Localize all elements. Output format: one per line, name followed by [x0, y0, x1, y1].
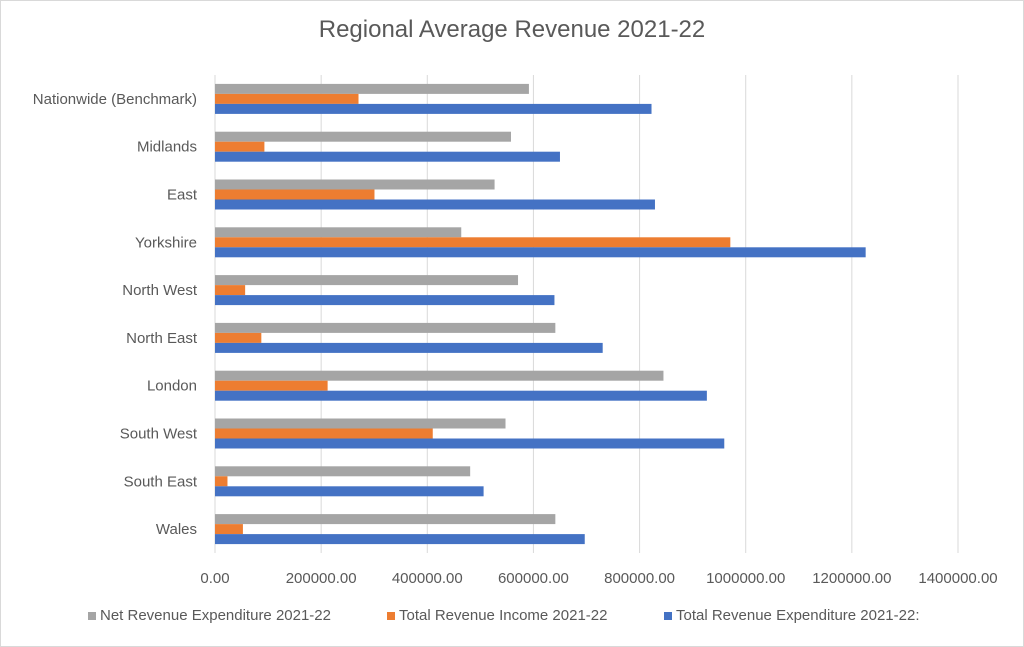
bar-net-revenue-expenditure-2021-22: [215, 131, 511, 142]
bar-total-revenue-expenditure-2021-22: [215, 247, 866, 258]
bar-total-revenue-expenditure-2021-22: [215, 199, 655, 210]
bar-net-revenue-expenditure-2021-22: [215, 275, 519, 286]
legend-swatch-orange: [387, 611, 395, 620]
bar-net-revenue-expenditure-2021-22: [215, 179, 495, 190]
bar-total-revenue-expenditure-2021-22: [215, 342, 603, 353]
category-label: Midlands: [137, 139, 197, 156]
bar-total-revenue-income-2021-22: [215, 524, 243, 535]
category-label: Yorkshire: [135, 234, 197, 251]
bar-total-revenue-expenditure-2021-22: [215, 390, 707, 401]
category-label: South West: [120, 426, 198, 443]
bar-total-revenue-income-2021-22: [215, 189, 375, 200]
bar-total-revenue-expenditure-2021-22: [215, 295, 555, 306]
category-label: North East: [126, 330, 198, 347]
bar-net-revenue-expenditure-2021-22: [215, 466, 471, 477]
category-label: South East: [124, 473, 198, 490]
category-label: East: [167, 187, 198, 204]
category-label: Nationwide (Benchmark): [33, 91, 197, 108]
legend-label: Net Revenue Expenditure 2021-22: [100, 607, 331, 624]
bar-total-revenue-expenditure-2021-22: [215, 438, 725, 449]
bar-net-revenue-expenditure-2021-22: [215, 227, 462, 238]
bar-total-revenue-income-2021-22: [215, 428, 433, 439]
x-tick-label: 600000.00: [498, 570, 569, 587]
category-label: London: [147, 378, 197, 395]
legend-label: Total Revenue Income 2021-22: [399, 607, 608, 624]
bar-net-revenue-expenditure-2021-22: [215, 83, 529, 94]
bar-total-revenue-expenditure-2021-22: [215, 151, 560, 162]
x-tick-label: 0.00: [200, 570, 229, 587]
bar-total-revenue-income-2021-22: [215, 285, 246, 296]
bar-total-revenue-income-2021-22: [215, 476, 228, 487]
bar-total-revenue-income-2021-22: [215, 237, 731, 248]
x-tick-label: 800000.00: [604, 570, 675, 587]
category-label: North West: [122, 282, 198, 299]
bar-total-revenue-expenditure-2021-22: [215, 486, 484, 497]
x-tick-label: 400000.00: [392, 570, 463, 587]
bar-net-revenue-expenditure-2021-22: [215, 418, 506, 429]
bar-total-revenue-income-2021-22: [215, 332, 262, 343]
legend-label: Total Revenue Expenditure 2021-22:: [676, 607, 920, 624]
legend-swatch-gray: [88, 611, 96, 620]
legend-item-total-revenue-income: Total Revenue Income 2021-22: [387, 607, 607, 624]
bar-net-revenue-expenditure-2021-22: [215, 370, 664, 381]
bar-net-revenue-expenditure-2021-22: [215, 514, 556, 525]
legend-swatch-blue: [664, 611, 672, 620]
bar-chart: 0.00 200000.00 400000.00 600000.00 800000.00…: [33, 75, 998, 587]
x-tick-label: 1200000.00: [812, 570, 891, 587]
legend-item-net-revenue-expenditure: Net Revenue Expenditure 2021-22: [88, 607, 331, 624]
bar-total-revenue-income-2021-22: [215, 380, 328, 391]
legend: Net Revenue Expenditure 2021-22 Total Re…: [0, 607, 1024, 629]
category-label: Wales: [156, 521, 197, 538]
x-tick-label: 1000000.00: [706, 570, 785, 587]
bar-total-revenue-expenditure-2021-22: [215, 534, 585, 545]
x-tick-label: 200000.00: [286, 570, 357, 587]
bar-total-revenue-income-2021-22: [215, 93, 359, 104]
bar-total-revenue-expenditure-2021-22: [215, 103, 652, 114]
bar-net-revenue-expenditure-2021-22: [215, 322, 556, 333]
x-tick-label: 1400000.00: [918, 570, 997, 587]
bar-total-revenue-income-2021-22: [215, 141, 265, 152]
legend-item-total-revenue-expenditure: Total Revenue Expenditure 2021-22:: [664, 607, 920, 624]
